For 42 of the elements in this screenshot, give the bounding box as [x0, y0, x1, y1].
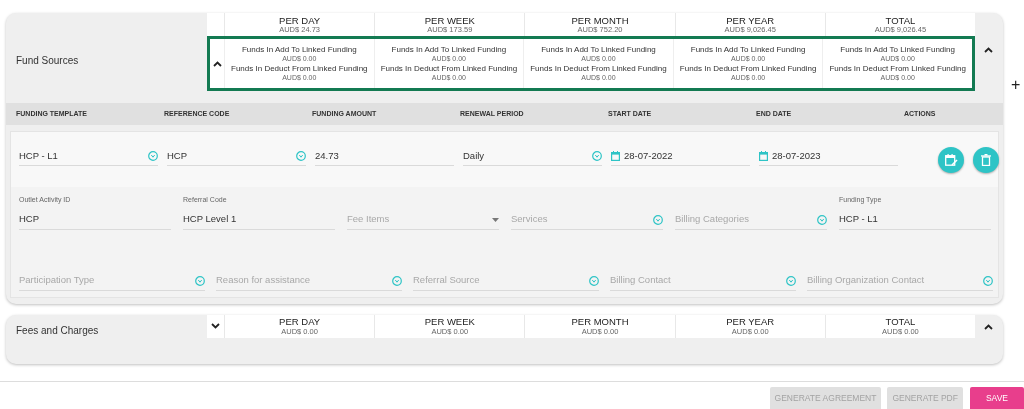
input-field[interactable]: Services: [511, 210, 663, 230]
calendar-edit-icon: [944, 153, 958, 166]
input-field[interactable]: Daily: [463, 147, 602, 166]
dropdown-circle-icon[interactable]: [195, 275, 205, 286]
input-field[interactable]: Referral Source: [413, 271, 599, 291]
save-button[interactable]: SAVE: [969, 387, 1024, 409]
input-field[interactable]: HCP: [19, 210, 171, 230]
input-field[interactable]: 24.73: [315, 147, 454, 166]
chevron-up-icon[interactable]: [984, 323, 993, 330]
input-field[interactable]: HCP - L1: [19, 147, 158, 166]
chevron-up-icon[interactable]: [984, 47, 993, 53]
section-title: Fees and Charges: [15, 323, 100, 338]
dropdown-circle-icon[interactable]: [653, 214, 663, 225]
caret-down-icon[interactable]: [492, 217, 499, 222]
trash-icon: [981, 153, 991, 166]
dropdown-circle-icon[interactable]: [983, 275, 993, 286]
input-field[interactable]: Participation Type: [19, 271, 205, 291]
input-field[interactable]: HCP: [167, 147, 306, 166]
input-field[interactable]: HCP - L1: [839, 210, 991, 230]
input-field[interactable]: 28-07-2022: [611, 147, 750, 166]
section-title: Fund Sources: [15, 54, 80, 68]
input-field[interactable]: Billing Contact: [610, 271, 796, 291]
dropdown-circle-icon[interactable]: [817, 214, 827, 225]
dropdown-circle-icon[interactable]: [392, 275, 402, 286]
dropdown-circle-icon[interactable]: [786, 275, 796, 286]
chevron-down-icon[interactable]: [211, 323, 220, 329]
input-field[interactable]: Fee Items: [347, 210, 499, 230]
calendar-icon[interactable]: [759, 151, 768, 161]
input-field[interactable]: HCP Level 1: [183, 210, 335, 230]
input-field[interactable]: Reason for assistance: [216, 271, 402, 291]
schedule-button[interactable]: [938, 146, 964, 173]
dropdown-circle-icon[interactable]: [296, 151, 306, 161]
input-field[interactable]: 28-07-2023: [759, 147, 898, 166]
chevron-up-icon[interactable]: [212, 60, 222, 67]
delete-button[interactable]: [973, 146, 999, 173]
add-icon[interactable]: +: [1011, 73, 1021, 97]
dropdown-circle-icon[interactable]: [592, 151, 602, 161]
input-field[interactable]: Billing Organization Contact: [807, 271, 993, 291]
dropdown-circle-icon[interactable]: [589, 275, 599, 286]
dropdown-circle-icon[interactable]: [148, 151, 158, 161]
input-field[interactable]: Billing Categories: [675, 210, 827, 230]
calendar-icon[interactable]: [611, 151, 620, 161]
